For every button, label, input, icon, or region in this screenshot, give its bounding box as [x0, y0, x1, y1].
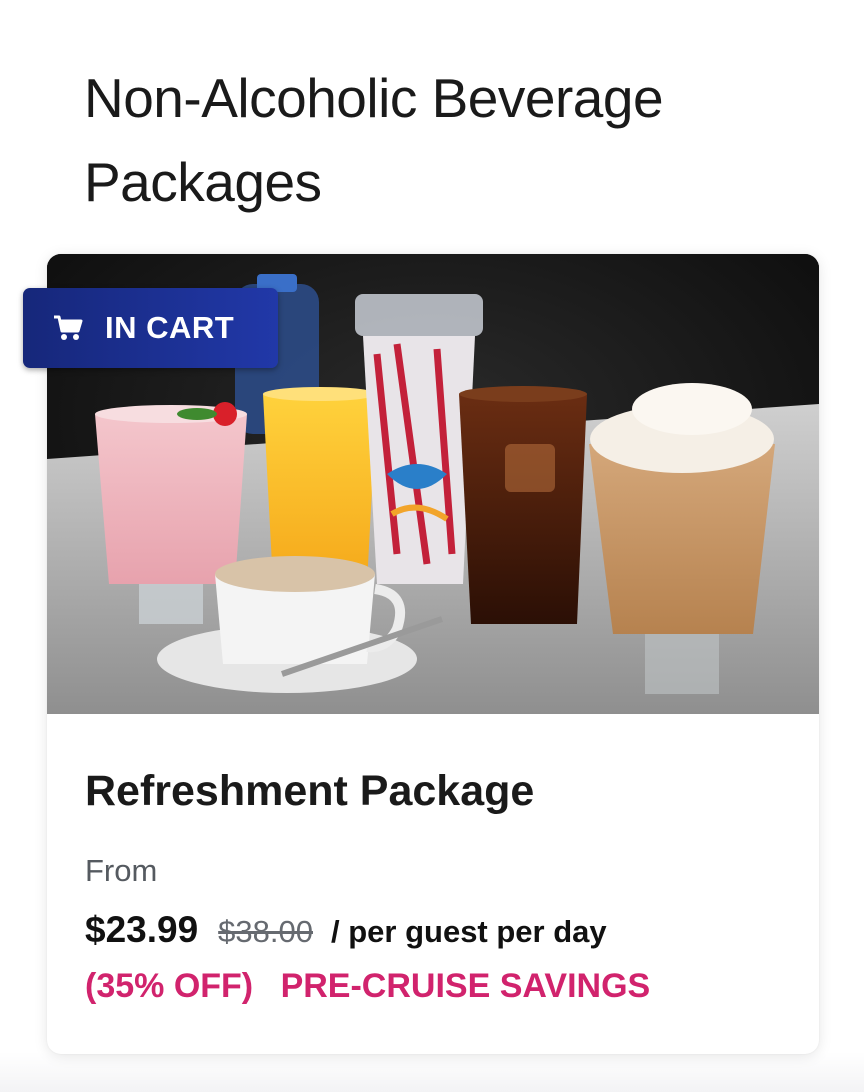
from-label: From [85, 853, 158, 888]
price-row: $23.99 $38.00 / per guest per day [85, 909, 785, 951]
discount-label: (35% OFF) [85, 967, 254, 1005]
price-unit: / per guest per day [331, 914, 607, 949]
current-price: $23.99 [85, 909, 199, 950]
page: Non-Alcoholic Beverage Packages Refreshm… [0, 0, 864, 1092]
savings-label: PRE-CRUISE SAVINGS [280, 967, 651, 1005]
package-name[interactable]: Refreshment Package [85, 766, 785, 816]
package-card[interactable]: Refreshment Package From $23.99 $38.00 /… [47, 254, 819, 1054]
page-title: Non-Alcoholic Beverage Packages [84, 67, 664, 213]
savings-row: (35% OFF) PRE-CRUISE SAVINGS [85, 967, 785, 1006]
shopping-cart-icon [53, 314, 83, 342]
original-price: $38.00 [218, 914, 313, 949]
package-details: Refreshment Package From $23.99 $38.00 /… [85, 766, 785, 1006]
in-cart-badge[interactable]: IN CART [23, 288, 278, 368]
in-cart-label: IN CART [105, 310, 235, 345]
